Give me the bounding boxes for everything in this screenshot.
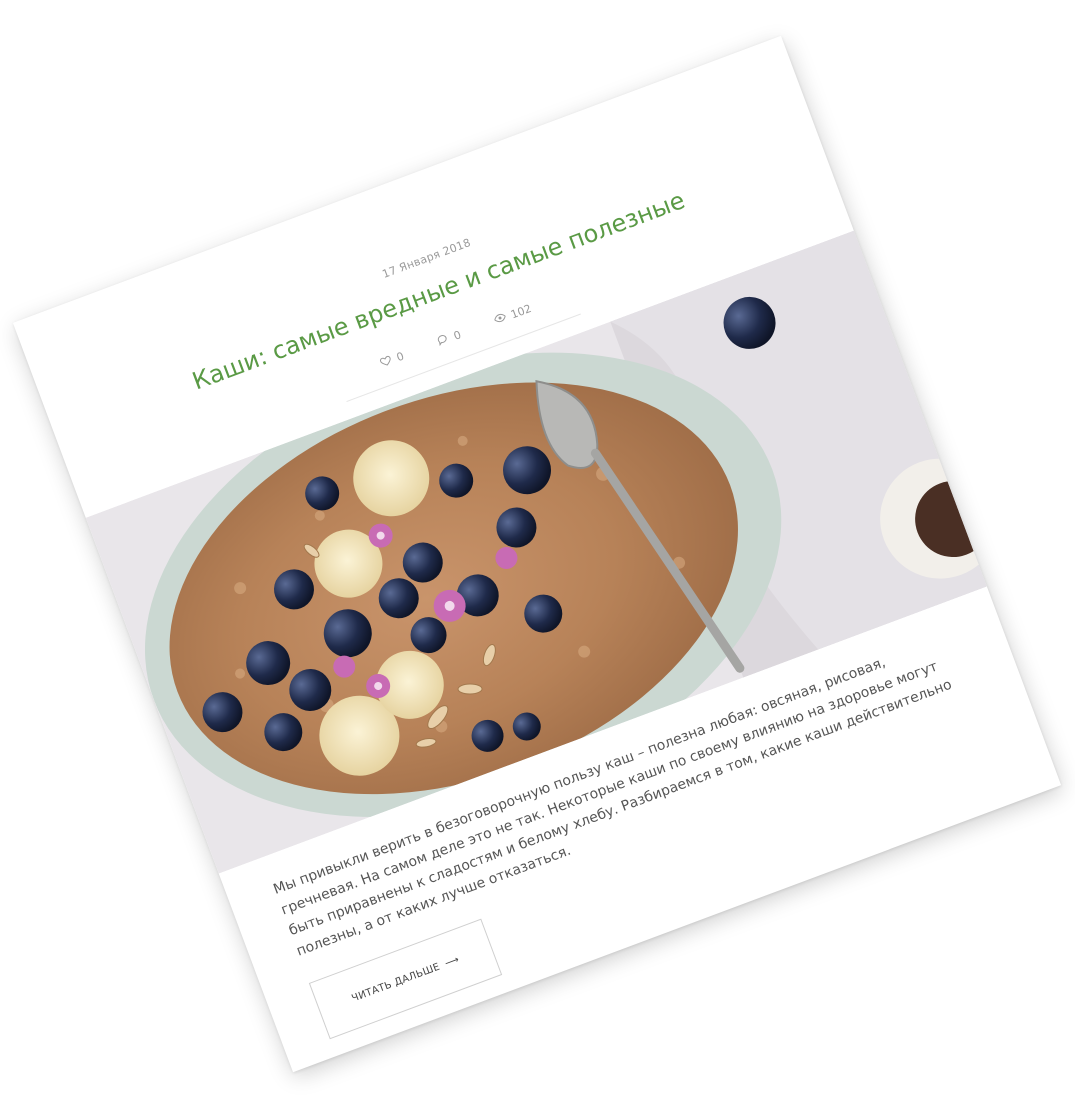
comment-icon	[435, 332, 451, 350]
arrow-right-icon: ⟶	[443, 953, 461, 970]
page-stage: 17 Января 2018 Каши: самые вредные и сам…	[0, 0, 1075, 1110]
read-more-label: ЧИТАТЬ ДАЛЬШЕ	[350, 961, 442, 1005]
likes-stat[interactable]: 0	[378, 349, 407, 372]
comments-count: 0	[451, 328, 464, 343]
likes-count: 0	[394, 349, 406, 365]
post-image[interactable]	[85, 230, 987, 874]
post-card: 17 Января 2018 Каши: самые вредные и сам…	[12, 35, 1062, 1073]
views-stat: 102	[492, 301, 534, 329]
views-count: 102	[509, 301, 534, 322]
comments-stat[interactable]: 0	[435, 327, 464, 350]
heart-icon	[378, 353, 394, 371]
eye-icon	[492, 310, 508, 328]
